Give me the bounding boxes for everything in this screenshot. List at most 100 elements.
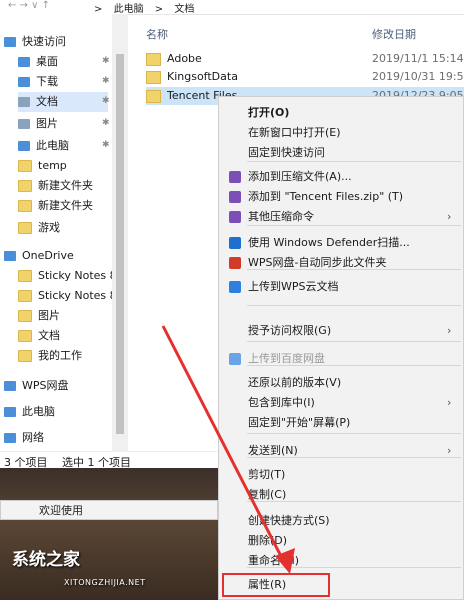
star-icon — [4, 37, 16, 47]
menu-item-label: 发送到(N) — [248, 444, 298, 457]
nav-item-label: Sticky Notes 8 — [38, 289, 117, 302]
menu-item[interactable]: 固定到"开始"屏幕(P) — [219, 413, 463, 433]
nav-item[interactable]: OneDrive — [4, 246, 74, 266]
menu-item[interactable]: 还原以前的版本(V) — [219, 373, 463, 393]
nav-item[interactable]: 游戏 — [18, 218, 60, 238]
folder-icon — [18, 310, 32, 322]
menu-item[interactable]: 固定到快速访问 — [219, 143, 463, 163]
network-icon — [4, 433, 16, 443]
nav-item[interactable]: temp — [18, 156, 67, 176]
context-menu: 打开(O) 在新窗口中打开(E) 固定到快速访问 添加到压缩文件(A)... 添加到 "… — [218, 96, 464, 600]
nav-item[interactable]: 图片 — [18, 306, 60, 326]
menu-item-label: 添加到 "Tencent Files.zip" (T) — [248, 190, 404, 203]
nav-scrollbar[interactable] — [112, 14, 128, 451]
chevron-right-icon: › — [447, 324, 452, 337]
menu-item[interactable]: 添加到 "Tencent Files.zip" (T) — [219, 187, 463, 207]
archive-icon — [229, 211, 241, 223]
computer-icon — [18, 141, 30, 151]
pin-icon: ✱ — [102, 96, 110, 106]
menu-item[interactable]: 上传到WPS云文档 — [219, 277, 463, 297]
nav-item[interactable]: 新建文件夹 — [18, 176, 93, 196]
highlight-box — [222, 573, 330, 597]
menu-item-label: 固定到"开始"屏幕(P) — [248, 416, 351, 429]
file-row[interactable]: Adobe 2019/11/1 15:14 — [146, 50, 464, 68]
computer-icon — [4, 407, 16, 417]
nav-item-label: 网络 — [22, 431, 44, 444]
menu-item-label: 在新窗口中打开(E) — [248, 126, 341, 139]
nav-item-label: temp — [38, 159, 67, 172]
nav-item[interactable]: 此电脑 — [4, 402, 55, 422]
nav-item[interactable]: 网络 — [4, 428, 44, 448]
breadcrumb[interactable]: > 此电脑 > 文档 — [94, 0, 202, 15]
nav-item[interactable]: 我的工作 — [18, 346, 82, 366]
nav-item[interactable]: Sticky Notes 8 — [18, 286, 117, 306]
menu-item[interactable]: 重命名(M) — [219, 551, 463, 571]
menu-item[interactable]: 删除(D) — [219, 531, 463, 551]
folder-icon — [18, 350, 32, 362]
menu-item-label: 包含到库中(I) — [248, 396, 315, 409]
menu-item-label: 打开(O) — [248, 106, 290, 119]
menu-separator — [247, 433, 461, 434]
nav-item-label: 新建文件夹 — [38, 199, 93, 212]
menu-separator — [247, 341, 461, 342]
menu-item[interactable]: 授予访问权限(G) › — [219, 321, 463, 341]
nav-item[interactable]: WPS网盘 — [4, 376, 69, 396]
nav-item-label: 图片 — [36, 117, 58, 130]
folder-icon — [18, 222, 32, 234]
nav-item[interactable]: 文档 — [18, 326, 60, 346]
folder-icon — [18, 330, 32, 342]
column-header-date[interactable]: 修改日期 — [372, 26, 416, 42]
watermark-url: XITONGZHIJIA.NET — [64, 578, 146, 587]
file-name: Adobe — [167, 52, 202, 65]
menu-item[interactable]: 复制(C) — [219, 485, 463, 505]
nav-item-label: 下载 — [36, 75, 58, 88]
menu-item-label: 创建快捷方式(S) — [248, 514, 330, 527]
menu-item-label: 授予访问权限(G) — [248, 324, 332, 337]
folder-icon — [18, 200, 32, 212]
nav-item[interactable]: 新建文件夹 — [18, 196, 93, 216]
folder-icon — [146, 89, 161, 103]
menu-item[interactable]: 包含到库中(I) › — [219, 393, 463, 413]
pin-icon: ✱ — [102, 56, 110, 66]
navigation-pane: 快速访问 桌面 ✱ 下载 ✱ 文档 ✱ 图片 ✱ 此电脑 ✱ temp 新建文件夹 新建文件夹 游戏 OneD… — [0, 14, 117, 451]
desktop-icon — [18, 57, 30, 67]
menu-separator — [247, 501, 461, 502]
menu-item[interactable]: 上传到百度网盘 — [219, 349, 463, 369]
nav-item-label: 新建文件夹 — [38, 179, 93, 192]
scrollbar-thumb[interactable] — [116, 54, 124, 434]
nav-item[interactable]: 文档 — [18, 92, 108, 112]
nav-item[interactable]: Sticky Notes 8 — [18, 266, 117, 286]
status-bar: 3 个项目 选中 1 个项目 — [0, 451, 218, 469]
menu-separator — [247, 567, 461, 568]
menu-item[interactable]: 剪切(T) — [219, 465, 463, 485]
menu-item[interactable]: 添加到压缩文件(A)... — [219, 167, 463, 187]
navigation-buttons[interactable]: ← → ∨ ↑ — [8, 0, 50, 11]
menu-item-label: 还原以前的版本(V) — [248, 376, 342, 389]
nav-item[interactable]: 此电脑 — [18, 136, 69, 156]
menu-item[interactable]: 打开(O) — [219, 103, 463, 123]
menu-item[interactable]: 其他压缩命令 › — [219, 207, 463, 227]
watermark-logo: 系统之家 — [12, 550, 80, 570]
menu-separator — [247, 161, 461, 162]
cloud-icon — [4, 251, 16, 261]
baidu-cloud-icon — [229, 353, 241, 365]
menu-item[interactable]: 创建快捷方式(S) — [219, 511, 463, 531]
menu-item[interactable]: WPS网盘-自动同步此文件夹 — [219, 253, 463, 273]
nav-item[interactable]: 桌面 — [18, 52, 58, 72]
column-header-name[interactable]: 名称 — [146, 26, 168, 42]
picture-icon — [18, 119, 30, 129]
menu-item[interactable]: 发送到(N) › — [219, 441, 463, 461]
nav-item[interactable]: 快速访问 — [4, 32, 66, 52]
nav-item[interactable]: 下载 — [18, 72, 58, 92]
wps-cloud-icon — [4, 381, 16, 391]
wps-icon — [229, 257, 241, 269]
menu-separator — [247, 305, 461, 306]
menu-item[interactable]: 使用 Windows Defender扫描... — [219, 233, 463, 253]
nav-item[interactable]: 图片 — [18, 114, 58, 134]
file-row[interactable]: KingsoftData 2019/10/31 19:59 — [146, 68, 464, 86]
menu-item[interactable]: 在新窗口中打开(E) — [219, 123, 463, 143]
breadcrumb-item-documents[interactable]: 文档 — [174, 4, 194, 15]
pin-icon: ✱ — [102, 140, 110, 150]
menu-separator — [247, 365, 461, 366]
nav-item-label: Sticky Notes 8 — [38, 269, 117, 282]
